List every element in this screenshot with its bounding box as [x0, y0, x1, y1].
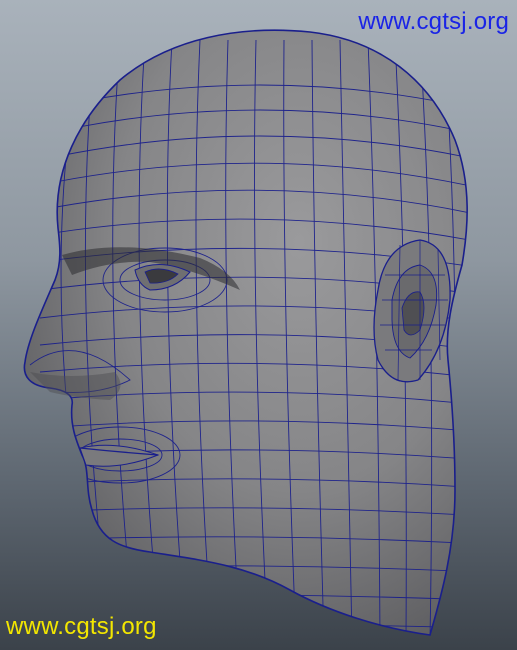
head-mesh [23, 29, 468, 636]
3d-viewport: www.cgtsj.org www.cgtsj.org [0, 0, 517, 650]
watermark-top-url: www.cgtsj.org [358, 8, 509, 35]
head-wireframe-model [23, 29, 468, 636]
watermark-bottom-url: www.cgtsj.org [6, 613, 157, 640]
